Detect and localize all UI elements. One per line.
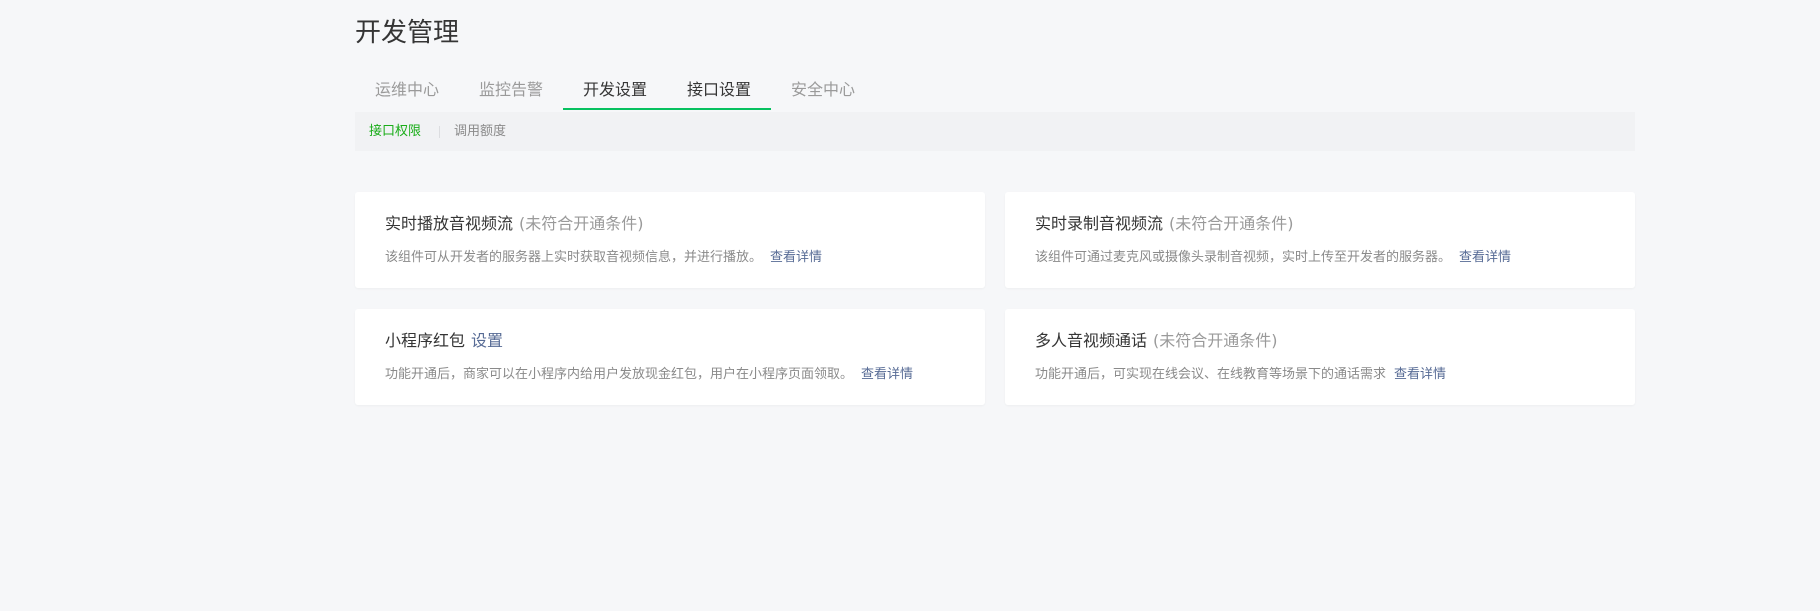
card-title: 实时播放音视频流 (未符合开通条件): [385, 211, 644, 237]
card-status: (未符合开通条件): [1153, 331, 1278, 350]
subnav-call-quota[interactable]: 调用额度: [454, 112, 506, 151]
card-description: 功能开通后，商家可以在小程序内给用户发放现金红包，用户在小程序页面领取。 查看详情: [385, 365, 913, 385]
card-description-text: 功能开通后，可实现在线会议、在线教育等场景下的通话需求: [1035, 367, 1387, 382]
card-description-text: 该组件可从开发者的服务器上实时获取音视频信息，并进行播放。: [385, 250, 763, 265]
view-details-link[interactable]: 查看详情: [770, 250, 822, 265]
card-title: 实时录制音视频流 (未符合开通条件): [1035, 211, 1294, 237]
feature-card-live-record: 实时录制音视频流 (未符合开通条件) 该组件可通过麦克风或摄像头录制音视频，实时上…: [1005, 192, 1635, 288]
card-description: 该组件可从开发者的服务器上实时获取音视频信息，并进行播放。 查看详情: [385, 248, 822, 268]
tab-monitoring-alerts[interactable]: 监控告警: [459, 74, 563, 112]
tab-dev-settings[interactable]: 开发设置: [563, 74, 667, 112]
view-details-link[interactable]: 查看详情: [1394, 367, 1446, 382]
card-title-text: 实时播放音视频流: [385, 214, 514, 233]
view-details-link[interactable]: 查看详情: [861, 367, 913, 382]
card-title-text: 实时录制音视频流: [1035, 214, 1164, 233]
sub-navigation: 接口权限 调用额度: [355, 112, 1635, 151]
card-description-text: 该组件可通过麦克风或摄像头录制音视频，实时上传至开发者的服务器。: [1035, 250, 1452, 265]
card-status: (未符合开通条件): [1169, 214, 1294, 233]
card-title-text: 小程序红包: [385, 331, 466, 350]
page-title: 开发管理: [355, 18, 460, 48]
setup-link[interactable]: 设置: [471, 331, 503, 350]
feature-card-multi-call: 多人音视频通话 (未符合开通条件) 功能开通后，可实现在线会议、在线教育等场景下的…: [1005, 309, 1635, 405]
active-tab-indicator: [563, 108, 771, 110]
card-title: 小程序红包 设置: [385, 328, 503, 354]
main-tabs: 运维中心 监控告警 开发设置 接口设置 安全中心: [355, 74, 1635, 113]
view-details-link[interactable]: 查看详情: [1459, 250, 1511, 265]
feature-card-live-play: 实时播放音视频流 (未符合开通条件) 该组件可从开发者的服务器上实时获取音视频信息…: [355, 192, 985, 288]
card-status: (未符合开通条件): [519, 214, 644, 233]
tab-api-settings[interactable]: 接口设置: [667, 74, 771, 112]
tab-security-center[interactable]: 安全中心: [771, 74, 875, 112]
card-title-text: 多人音视频通话: [1035, 331, 1148, 350]
subnav-api-permissions[interactable]: 接口权限: [369, 112, 421, 151]
tab-ops-center[interactable]: 运维中心: [355, 74, 459, 112]
card-description-text: 功能开通后，商家可以在小程序内给用户发放现金红包，用户在小程序页面领取。: [385, 367, 854, 382]
subnav-divider: [439, 126, 440, 138]
card-description: 该组件可通过麦克风或摄像头录制音视频，实时上传至开发者的服务器。 查看详情: [1035, 248, 1511, 268]
feature-card-red-packet: 小程序红包 设置 功能开通后，商家可以在小程序内给用户发放现金红包，用户在小程序页…: [355, 309, 985, 405]
card-title: 多人音视频通话 (未符合开通条件): [1035, 328, 1278, 354]
card-description: 功能开通后，可实现在线会议、在线教育等场景下的通话需求 查看详情: [1035, 365, 1446, 385]
